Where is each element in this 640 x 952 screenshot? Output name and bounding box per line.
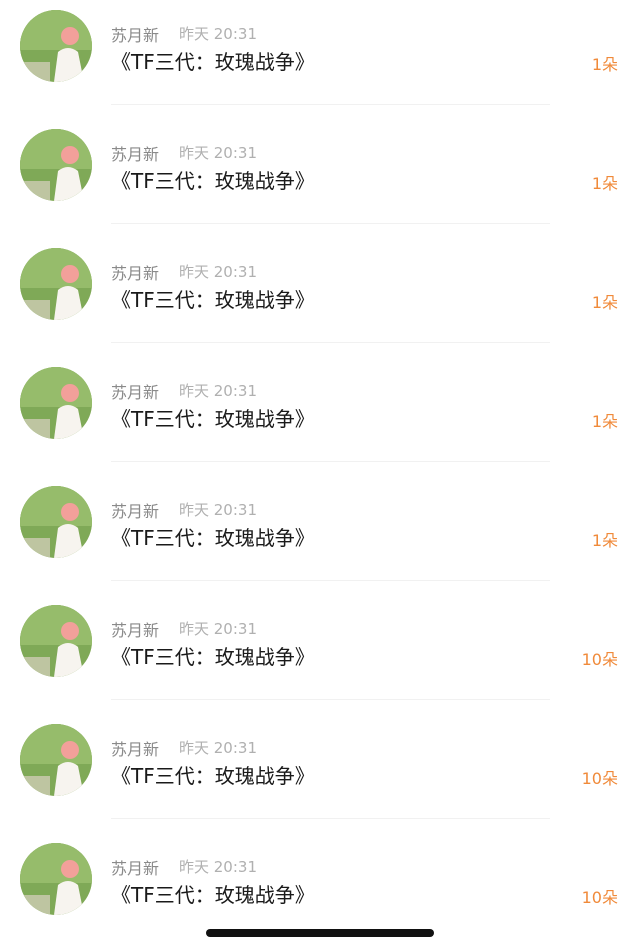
row-divider (111, 342, 550, 343)
flower-count: 1朵 (591, 174, 618, 193)
flower-count: 1朵 (591, 412, 618, 431)
avatar[interactable] (20, 605, 92, 677)
item-title: 《TF三代：玫瑰战争》 (111, 407, 315, 431)
list-item[interactable]: 苏月新 昨天 20:31 《TF三代：玫瑰战争》 10朵 (0, 714, 640, 833)
avatar-photo-icon (20, 367, 92, 439)
home-indicator[interactable] (206, 929, 434, 937)
item-title: 《TF三代：玫瑰战争》 (111, 645, 315, 669)
item-title: 《TF三代：玫瑰战争》 (111, 764, 315, 788)
timestamp: 昨天 20:31 (179, 382, 257, 400)
item-title: 《TF三代：玫瑰战争》 (111, 169, 315, 193)
list-item[interactable]: 苏月新 昨天 20:31 《TF三代：玫瑰战争》 10朵 (0, 595, 640, 714)
list-item[interactable]: 苏月新 昨天 20:31 《TF三代：玫瑰战争》 1朵 (0, 357, 640, 476)
flower-count: 1朵 (591, 55, 618, 74)
row-divider (111, 104, 550, 105)
avatar[interactable] (20, 486, 92, 558)
avatar[interactable] (20, 367, 92, 439)
timestamp: 昨天 20:31 (179, 739, 257, 757)
timestamp: 昨天 20:31 (179, 144, 257, 162)
item-title: 《TF三代：玫瑰战争》 (111, 883, 315, 907)
timestamp: 昨天 20:31 (179, 501, 257, 519)
row-divider (111, 699, 550, 700)
sender-name[interactable]: 苏月新 (111, 498, 159, 522)
flower-count: 10朵 (581, 650, 618, 669)
flower-count: 1朵 (591, 293, 618, 312)
avatar[interactable] (20, 129, 92, 201)
avatar[interactable] (20, 724, 92, 796)
timestamp: 昨天 20:31 (179, 858, 257, 876)
row-divider (111, 818, 550, 819)
flower-count: 10朵 (581, 769, 618, 788)
flower-count: 1朵 (591, 531, 618, 550)
sender-name[interactable]: 苏月新 (111, 141, 159, 165)
sender-name[interactable]: 苏月新 (111, 260, 159, 284)
item-title: 《TF三代：玫瑰战争》 (111, 526, 315, 550)
timestamp: 昨天 20:31 (179, 25, 257, 43)
list-item[interactable]: 苏月新 昨天 20:31 《TF三代：玫瑰战争》 1朵 (0, 476, 640, 595)
flower-count: 10朵 (581, 888, 618, 907)
list-item[interactable]: 苏月新 昨天 20:31 《TF三代：玫瑰战争》 1朵 (0, 0, 640, 119)
sender-name[interactable]: 苏月新 (111, 855, 159, 879)
avatar-photo-icon (20, 605, 92, 677)
list-item[interactable]: 苏月新 昨天 20:31 《TF三代：玫瑰战争》 1朵 (0, 119, 640, 238)
sender-name[interactable]: 苏月新 (111, 22, 159, 46)
avatar-photo-icon (20, 129, 92, 201)
row-divider (111, 580, 550, 581)
avatar-photo-icon (20, 248, 92, 320)
avatar-photo-icon (20, 486, 92, 558)
sender-name[interactable]: 苏月新 (111, 736, 159, 760)
sender-name[interactable]: 苏月新 (111, 617, 159, 641)
list-item[interactable]: 苏月新 昨天 20:31 《TF三代：玫瑰战争》 1朵 (0, 238, 640, 357)
avatar[interactable] (20, 10, 92, 82)
timestamp: 昨天 20:31 (179, 263, 257, 281)
item-title: 《TF三代：玫瑰战争》 (111, 288, 315, 312)
avatar-photo-icon (20, 10, 92, 82)
avatar[interactable] (20, 248, 92, 320)
gift-record-list: 苏月新 昨天 20:31 《TF三代：玫瑰战争》 1朵 苏月新 昨天 20:31… (0, 0, 640, 952)
avatar-photo-icon (20, 724, 92, 796)
row-divider (111, 461, 550, 462)
sender-name[interactable]: 苏月新 (111, 379, 159, 403)
avatar-photo-icon (20, 843, 92, 915)
row-divider (111, 223, 550, 224)
item-title: 《TF三代：玫瑰战争》 (111, 50, 315, 74)
timestamp: 昨天 20:31 (179, 620, 257, 638)
avatar[interactable] (20, 843, 92, 915)
